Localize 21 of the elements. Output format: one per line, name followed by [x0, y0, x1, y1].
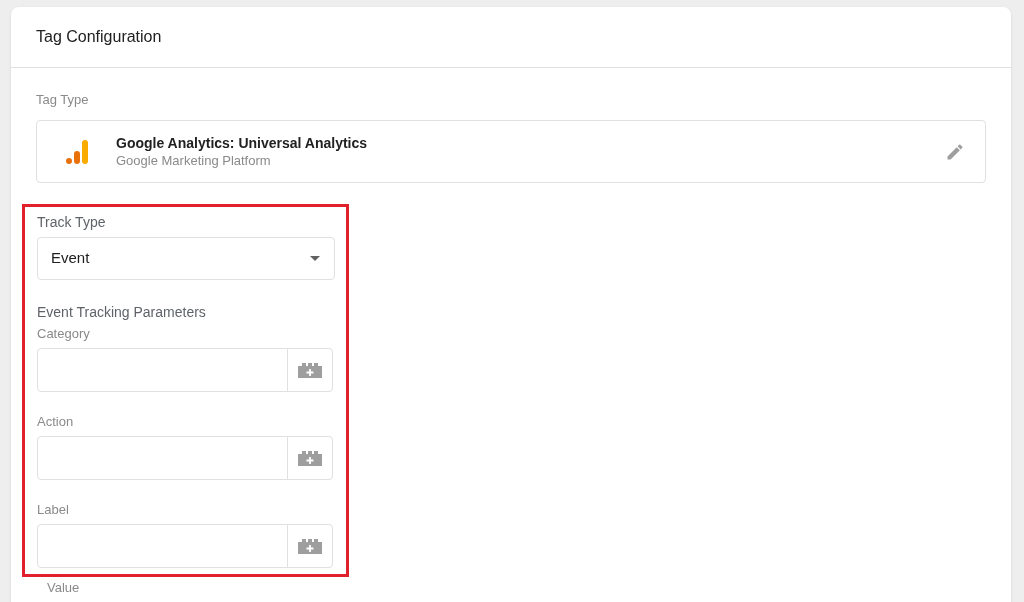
variable-block-icon — [297, 450, 323, 466]
card-title: Tag Configuration — [36, 27, 162, 47]
field-label: Category — [37, 325, 91, 343]
bar-chart-icon — [65, 138, 89, 165]
field-label: Label — [37, 501, 70, 519]
tag-type-card[interactable]: Google Analytics: Universal Analytics Google Marketing Platform — [36, 120, 986, 183]
track-type-dropdown[interactable]: Event — [37, 237, 335, 280]
field-label: Action — [37, 413, 75, 431]
variable-block-icon — [297, 538, 323, 554]
input-field[interactable] — [37, 348, 333, 392]
edit-icon[interactable] — [945, 141, 965, 162]
field-label: Value — [47, 579, 81, 597]
section-label: Tag Type — [36, 91, 90, 109]
input-field[interactable] — [37, 436, 333, 480]
dropdown-caret-icon — [310, 256, 320, 261]
variable-block-icon — [297, 362, 323, 378]
section-heading: Event Tracking Parameters — [37, 303, 207, 321]
tag-type-name: Google Analytics: Universal Analytics — [116, 133, 369, 152]
field-label: Track Type — [37, 213, 107, 231]
tag-type-provider: Google Marketing Platform — [116, 151, 272, 170]
input-field[interactable] — [37, 524, 333, 568]
